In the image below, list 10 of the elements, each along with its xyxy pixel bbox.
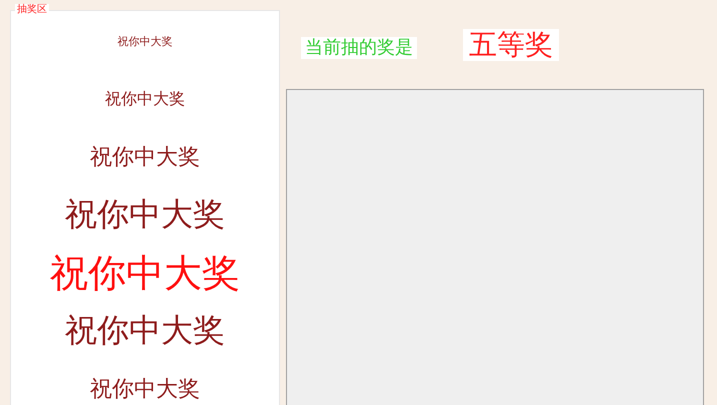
current-prize-value: 五等奖 (463, 28, 559, 60)
prize-wish-text: 祝你中大奖 (50, 250, 240, 296)
current-prize-label: 当前抽的奖是 (301, 36, 417, 58)
prize-wish-text: 祝你中大奖 (118, 34, 172, 50)
prize-wish-text: 祝你中大奖 (90, 376, 200, 404)
prize-wish-text: 祝你中大奖 (90, 144, 200, 172)
prize-wish-text: 祝你中大奖 (65, 194, 225, 235)
panel-legend: 抽奖区 (15, 4, 49, 16)
prize-wish-text: 祝你中大奖 (105, 88, 185, 110)
prize-wish-text: 祝你中大奖 (65, 310, 225, 351)
